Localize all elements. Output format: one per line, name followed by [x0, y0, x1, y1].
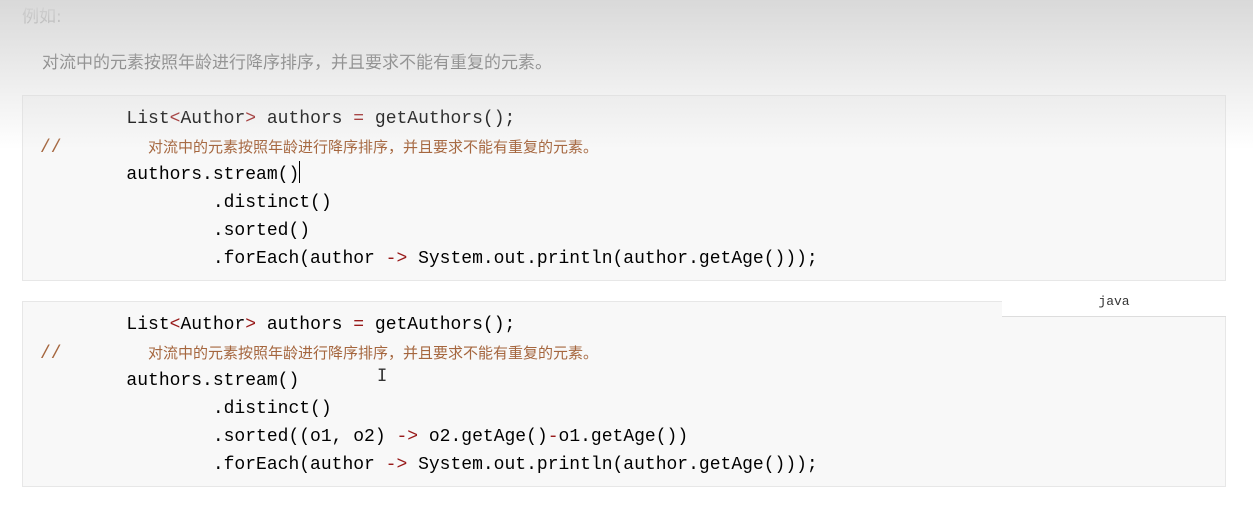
code-line: authors.stream() — [40, 367, 818, 395]
code-line: .sorted((o1, o2) -> o2.getAge()-o1.getAg… — [40, 423, 818, 451]
code-content[interactable]: List<Author> authors = getAuthors();// 对… — [40, 105, 818, 273]
text-caret — [299, 161, 301, 183]
code-token: getAuthors(); — [364, 315, 516, 335]
description-text: 对流中的元素按照年龄进行降序排序，并且要求不能有重复的元素。 — [42, 53, 552, 73]
code-content[interactable]: List<Author> authors = getAuthors();// 对… — [40, 311, 818, 479]
code-token: List — [40, 109, 170, 129]
code-block-2[interactable]: List<Author> authors = getAuthors();// 对… — [22, 301, 1226, 487]
code-line: authors.stream() — [40, 161, 818, 189]
code-token: Author — [180, 315, 246, 335]
code-token: .sorted() — [40, 221, 311, 241]
code-token: authors — [256, 109, 354, 129]
code-line: .forEach(author -> System.out.println(au… — [40, 451, 818, 479]
code-token: System.out.println(author.getAge())); — [407, 455, 818, 475]
code-token: .sorted((o1, o2) — [40, 427, 397, 447]
code-token: // — [40, 344, 62, 364]
code-token: = — [353, 315, 365, 335]
code-token: = — [353, 109, 365, 129]
code-line: // 对流中的元素按照年龄进行降序排序，并且要求不能有重复的元素。 — [40, 339, 818, 367]
code-block-1[interactable]: List<Author> authors = getAuthors();// 对… — [22, 95, 1226, 281]
code-token: > — [245, 315, 257, 335]
code-line: .sorted() — [40, 217, 818, 245]
intro-text: 例如: — [22, 7, 62, 27]
language-label[interactable]: java — [1002, 288, 1226, 317]
code-line: .distinct() — [40, 189, 818, 217]
code-token: -> — [385, 249, 408, 269]
code-token: < — [169, 315, 181, 335]
code-token: -> — [396, 427, 419, 447]
code-line: .forEach(author -> System.out.println(au… — [40, 245, 818, 273]
code-token: // — [40, 138, 62, 158]
code-token: List — [40, 315, 170, 335]
code-token: authors.stream() — [40, 371, 300, 391]
text-cursor-icon: I — [377, 366, 388, 386]
code-token: .forEach(author — [40, 455, 386, 475]
code-token: .forEach(author — [40, 249, 386, 269]
code-token: o1.getAge()) — [558, 427, 689, 447]
code-token: System.out.println(author.getAge())); — [407, 249, 818, 269]
code-line: List<Author> authors = getAuthors(); — [40, 311, 818, 339]
code-token: 对流中的元素按照年龄进行降序排序，并且要求不能有重复的元素。 — [148, 344, 599, 362]
code-token: .distinct() — [40, 399, 332, 419]
code-token: > — [245, 109, 257, 129]
code-token: .distinct() — [40, 193, 332, 213]
code-line: // 对流中的元素按照年龄进行降序排序，并且要求不能有重复的元素。 — [40, 133, 818, 161]
code-token: authors — [256, 315, 354, 335]
code-line: .distinct() — [40, 395, 818, 423]
code-token: -> — [385, 455, 408, 475]
code-token: Author — [180, 109, 246, 129]
code-line: List<Author> authors = getAuthors(); — [40, 105, 818, 133]
code-token: getAuthors(); — [364, 109, 516, 129]
code-token: 对流中的元素按照年龄进行降序排序，并且要求不能有重复的元素。 — [148, 138, 599, 156]
code-token: authors.stream() — [40, 165, 300, 185]
code-token: - — [547, 427, 559, 447]
code-token: < — [169, 109, 181, 129]
code-token: o2.getAge() — [418, 427, 548, 447]
